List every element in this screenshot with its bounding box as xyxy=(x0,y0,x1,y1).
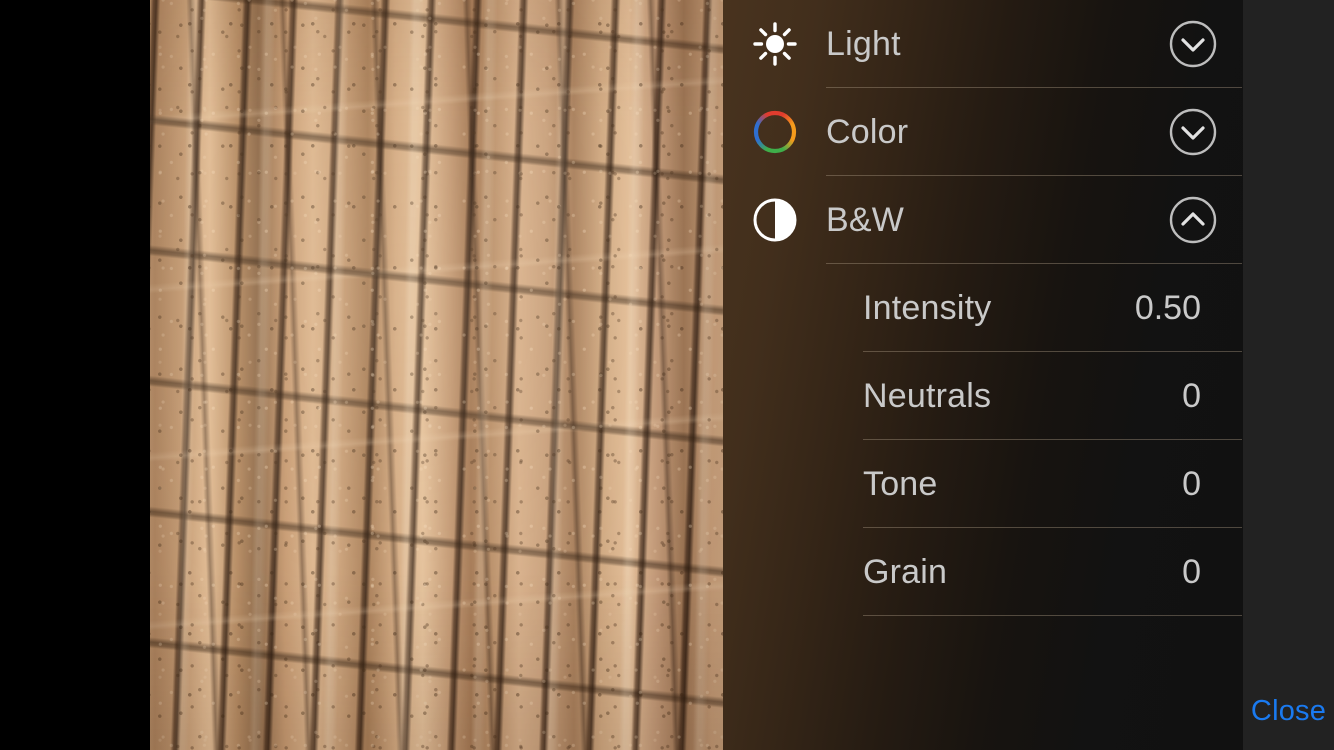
parameter-value: 0.50 xyxy=(1134,288,1201,327)
photo-image[interactable] xyxy=(150,0,723,750)
adjustments-panel: Light Color B&W Intensity 0.50 Neutrals … xyxy=(723,0,1243,750)
chevron-up-icon[interactable] xyxy=(1142,195,1243,245)
category-label-color: Color xyxy=(826,112,909,151)
category-row-color[interactable]: Color xyxy=(723,88,1243,176)
parameter-label: Tone xyxy=(863,464,938,503)
parameter-row-intensity[interactable]: Intensity 0.50 xyxy=(723,264,1243,352)
category-label-bw: B&W xyxy=(826,200,905,239)
parameter-row-tone[interactable]: Tone 0 xyxy=(723,440,1243,528)
category-label-light: Light xyxy=(826,24,901,63)
parameter-value: 0 xyxy=(1182,376,1201,415)
parameter-row-grain[interactable]: Grain 0 xyxy=(723,528,1243,616)
parameter-label: Intensity xyxy=(863,288,992,327)
category-row-light[interactable]: Light xyxy=(723,0,1243,88)
app-screen: Light Color B&W Intensity 0.50 Neutrals … xyxy=(0,0,1334,750)
divider xyxy=(863,615,1242,616)
parameter-value: 0 xyxy=(1182,464,1201,503)
parameter-row-neutrals[interactable]: Neutrals 0 xyxy=(723,352,1243,440)
category-row-bw[interactable]: B&W xyxy=(723,176,1243,264)
bark-shading-layer xyxy=(150,0,723,750)
photo-canvas xyxy=(0,0,723,750)
color-wheel-icon xyxy=(723,109,826,155)
parameter-label: Grain xyxy=(863,552,948,591)
parameter-value: 0 xyxy=(1182,552,1201,591)
sun-icon xyxy=(723,21,826,67)
right-toolbar-strip xyxy=(1243,0,1334,750)
parameter-label: Neutrals xyxy=(863,376,992,415)
close-button[interactable]: Close xyxy=(1243,694,1334,728)
contrast-half-circle-icon xyxy=(723,197,826,243)
chevron-down-icon[interactable] xyxy=(1142,107,1243,157)
chevron-down-icon[interactable] xyxy=(1142,19,1243,69)
